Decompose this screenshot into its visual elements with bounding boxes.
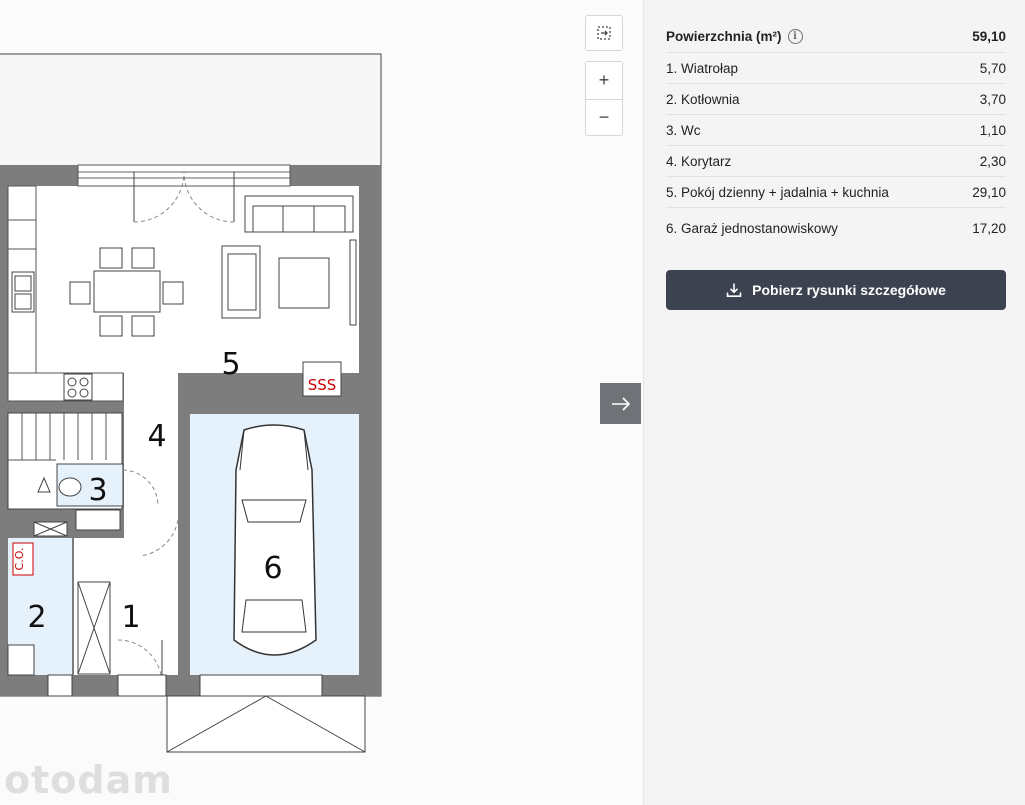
area-row: 4. Korytarz 2,30: [666, 146, 1006, 177]
area-row: 5. Pokój dzienny + jadalnia + kuchnia 29…: [666, 177, 1006, 208]
room-number-6: 6: [263, 551, 282, 586]
fit-to-screen-icon: [597, 26, 611, 40]
download-icon: [726, 283, 742, 297]
area-row: 6. Garaż jednostanowiskowy 17,20: [666, 208, 1006, 248]
room-value: 3,70: [979, 91, 1006, 107]
room-value: 29,10: [972, 184, 1006, 200]
room-label: 2. Kotłownia: [666, 91, 740, 107]
area-header-label: Powierzchnia (m²): [666, 28, 782, 44]
zoom-controls: + −: [585, 61, 623, 136]
area-total-value: 59,10: [972, 28, 1006, 44]
info-icon[interactable]: i: [787, 28, 803, 44]
radiator-label: SSS: [308, 376, 337, 394]
area-row: 3. Wc 1,10: [666, 115, 1006, 146]
floor-plan: SSS C.O. 1 2 3 4 5 6: [0, 53, 382, 753]
room-number-3: 3: [88, 473, 107, 508]
plan-viewer[interactable]: SSS C.O. 1 2 3 4 5 6 + − otodam: [0, 0, 643, 805]
collapse-panel-button[interactable]: [600, 383, 641, 424]
room-label: 5. Pokój dzienny + jadalnia + kuchnia: [666, 184, 889, 200]
room-number-5: 5: [221, 347, 240, 382]
room-value: 1,10: [979, 122, 1006, 138]
room-number-4: 4: [147, 419, 166, 454]
area-row: 2. Kotłownia 3,70: [666, 84, 1006, 115]
area-header-label-wrap: Powierzchnia (m²) i: [666, 28, 803, 44]
room-label: 3. Wc: [666, 122, 701, 138]
watermark: otodam: [4, 758, 173, 802]
fit-to-screen-button[interactable]: [585, 15, 623, 51]
room-label: 4. Korytarz: [666, 153, 732, 169]
room-label: 1. Wiatrołap: [666, 60, 739, 76]
area-table: Powierzchnia (m²) i 59,10 1. Wiatrołap 5…: [666, 20, 1006, 248]
room-value: 17,20: [972, 220, 1006, 236]
room-number-2: 2: [27, 600, 46, 635]
arrow-right-icon: [611, 396, 630, 411]
zoom-in-button[interactable]: +: [586, 62, 622, 99]
download-drawings-button[interactable]: Pobierz rysunki szczegółowe: [666, 270, 1006, 310]
room-value: 2,30: [979, 153, 1006, 169]
room-number-1: 1: [121, 600, 140, 635]
boiler-label: C.O.: [13, 548, 26, 571]
area-row: 1. Wiatrołap 5,70: [666, 53, 1006, 84]
download-label: Pobierz rysunki szczegółowe: [752, 282, 946, 298]
room-label: 6. Garaż jednostanowiskowy: [666, 220, 838, 236]
room-value: 5,70: [979, 60, 1006, 76]
area-header-row: Powierzchnia (m²) i 59,10: [666, 20, 1006, 53]
area-sidebar: Powierzchnia (m²) i 59,10 1. Wiatrołap 5…: [643, 0, 1025, 805]
zoom-out-button[interactable]: −: [586, 98, 622, 136]
